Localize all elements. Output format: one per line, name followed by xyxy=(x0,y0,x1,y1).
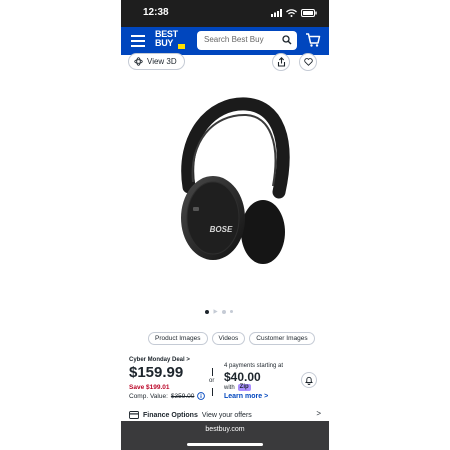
search-placeholder: Search Best Buy xyxy=(204,35,264,44)
tab-customer-images[interactable]: Customer Images xyxy=(249,332,315,345)
tab-videos[interactable]: Videos xyxy=(211,332,246,345)
status-bar: 12:38 xyxy=(121,0,329,27)
carousel-dot[interactable] xyxy=(222,309,226,314)
browser-url-bar[interactable]: bestbuy.com xyxy=(121,421,329,450)
finance-options-row[interactable]: Finance Options View your offers > xyxy=(129,409,325,421)
phone-screen: 12:38 BEST BUY Search Best Buy View 3D B… xyxy=(121,0,329,450)
carousel-dot[interactable] xyxy=(230,310,233,313)
menu-icon[interactable] xyxy=(131,35,145,47)
search-input[interactable]: Search Best Buy xyxy=(197,31,297,50)
divider-bottom xyxy=(212,388,213,396)
product-toolbar: View 3D xyxy=(121,53,329,71)
chevron-right-icon: > xyxy=(186,357,190,363)
media-tabs: Product Images Videos Customer Images xyxy=(148,332,315,345)
wifi-icon xyxy=(286,9,297,17)
price: $159.99 xyxy=(129,364,184,381)
status-time: 12:38 xyxy=(143,7,169,18)
battery-icon xyxy=(301,9,317,17)
rotate-3d-icon xyxy=(134,57,143,66)
share-icon xyxy=(277,57,285,67)
cart-icon[interactable] xyxy=(305,32,321,48)
payment-provider: with Zip xyxy=(224,384,251,391)
product-image[interactable]: BOSE xyxy=(151,82,301,282)
bestbuy-logo[interactable]: BEST BUY xyxy=(155,30,187,52)
view-3d-label: View 3D xyxy=(147,57,177,66)
comp-value: Comp. Value: $359.00 xyxy=(129,392,206,400)
savings-text: Save $199.01 xyxy=(129,384,170,391)
carousel-indicator xyxy=(205,309,233,314)
view-3d-button[interactable]: View 3D xyxy=(128,53,185,70)
url-text: bestbuy.com xyxy=(205,426,245,433)
chevron-right-icon: > xyxy=(316,409,321,418)
zip-logo: Zip xyxy=(237,384,251,391)
home-indicator xyxy=(187,443,263,446)
signal-icon xyxy=(271,9,282,17)
search-icon[interactable] xyxy=(282,35,292,45)
status-icons xyxy=(271,8,317,18)
info-icon[interactable] xyxy=(197,392,206,400)
price-alert-button[interactable] xyxy=(301,372,317,388)
learn-more-link[interactable]: Learn more > xyxy=(224,393,268,400)
bose-logo-text: BOSE xyxy=(210,225,233,234)
or-label: or xyxy=(209,378,215,384)
divider-top xyxy=(212,368,213,376)
tab-product-images[interactable]: Product Images xyxy=(148,332,208,345)
heart-icon xyxy=(303,58,313,66)
deal-link[interactable]: Cyber Monday Deal > xyxy=(129,357,190,363)
payments-label: 4 payments starting at xyxy=(224,363,284,369)
finance-link: View your offers xyxy=(201,411,252,419)
logo-tag xyxy=(178,44,185,49)
credit-card-icon xyxy=(129,411,139,419)
finance-label: Finance Options xyxy=(143,411,198,419)
bell-icon xyxy=(305,376,313,385)
share-button[interactable] xyxy=(272,53,290,71)
carousel-dot[interactable] xyxy=(205,309,209,314)
wishlist-button[interactable] xyxy=(299,53,317,71)
play-icon[interactable] xyxy=(213,309,218,314)
site-header: BEST BUY Search Best Buy xyxy=(121,27,329,55)
payment-amount: $40.00 xyxy=(224,370,261,384)
